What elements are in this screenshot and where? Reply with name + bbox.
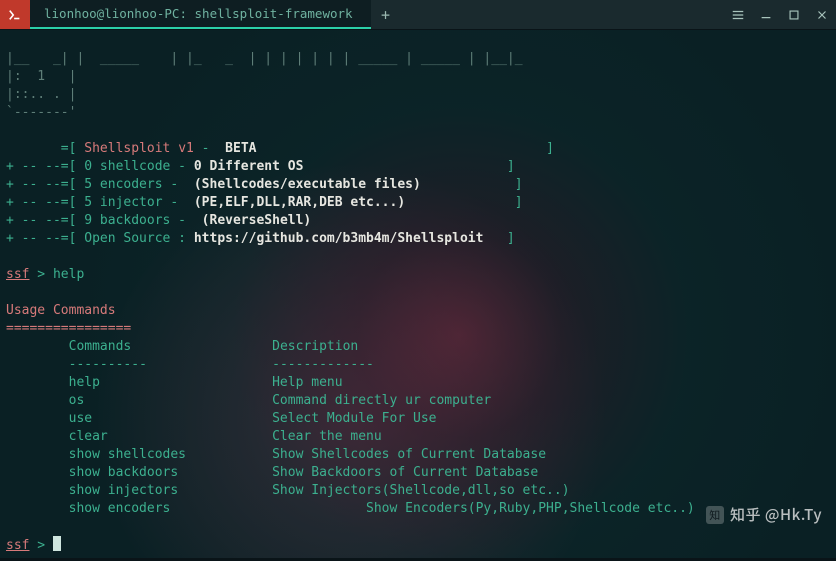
banner-line: + -- --=[ 5 injector - (PE,ELF,DLL,RAR,D… — [6, 195, 523, 210]
banner-line: =[ Shellsploit v1 - BETA ] — [6, 141, 554, 156]
usage-row: clear Clear the menu — [6, 429, 382, 444]
usage-row: show injectors Show Injectors(Shellcode,… — [6, 483, 570, 498]
minimize-button[interactable] — [752, 0, 780, 30]
banner-line: + -- --=[ 5 encoders - (Shellcodes/execu… — [6, 177, 523, 192]
app-icon — [0, 0, 30, 29]
prompt-line: ssf > help — [6, 267, 84, 282]
maximize-button[interactable] — [780, 0, 808, 30]
banner-line: + -- --=[ 0 shellcode - 0 Different OS ] — [6, 159, 515, 174]
usage-rule: ================ — [6, 321, 131, 336]
hamburger-icon — [731, 8, 745, 22]
close-button[interactable] — [808, 0, 836, 30]
tab-strip: lionhoo@lionhoo-PC: shellsploit-framewor… — [30, 0, 724, 29]
zhihu-icon: 知 — [706, 506, 724, 524]
banner-line: + -- --=[ Open Source : https://github.c… — [6, 231, 515, 246]
new-tab-button[interactable]: + — [371, 0, 401, 29]
cursor — [53, 536, 61, 551]
prompt-line: ssf > — [6, 538, 61, 553]
window-controls — [724, 0, 836, 29]
tab-title: lionhoo@lionhoo-PC: shellsploit-framewor… — [44, 5, 353, 23]
ascii-line: |::.. . | — [6, 87, 76, 102]
ascii-line: |: 1 | — [6, 69, 76, 84]
usage-row: use Select Module For Use — [6, 411, 436, 426]
banner-line: + -- --=[ 9 backdoors - (ReverseShell) — [6, 213, 311, 228]
maximize-icon — [787, 8, 801, 22]
usage-row: help Help menu — [6, 375, 343, 390]
usage-row: show encoders Show Encoders(Py,Ruby,PHP,… — [6, 501, 695, 516]
terminal-output[interactable]: |__ _| | _____ | |_ _ | | | | | | | ____… — [0, 30, 836, 561]
ascii-line: |__ _| | _____ | |_ _ | | | | | | | ____… — [6, 51, 523, 66]
ascii-line: `-------' — [6, 105, 76, 120]
terminal-icon — [8, 8, 22, 22]
usage-title: Usage Commands — [6, 303, 116, 318]
minimize-icon — [759, 8, 773, 22]
usage-row: os Command directly ur computer — [6, 393, 491, 408]
typed-command: help — [53, 267, 84, 282]
usage-row: show backdoors Show Backdoors of Current… — [6, 465, 538, 480]
usage-header: Commands Description — [6, 339, 358, 354]
menu-button[interactable] — [724, 0, 752, 30]
usage-row: show shellcodes Show Shellcodes of Curre… — [6, 447, 546, 462]
tab-active[interactable]: lionhoo@lionhoo-PC: shellsploit-framewor… — [30, 0, 371, 29]
watermark: 知 知乎 @Hk.Ty — [706, 506, 822, 524]
titlebar: lionhoo@lionhoo-PC: shellsploit-framewor… — [0, 0, 836, 30]
usage-header-rule: ---------- ------------- — [6, 357, 374, 372]
close-icon — [815, 8, 829, 22]
